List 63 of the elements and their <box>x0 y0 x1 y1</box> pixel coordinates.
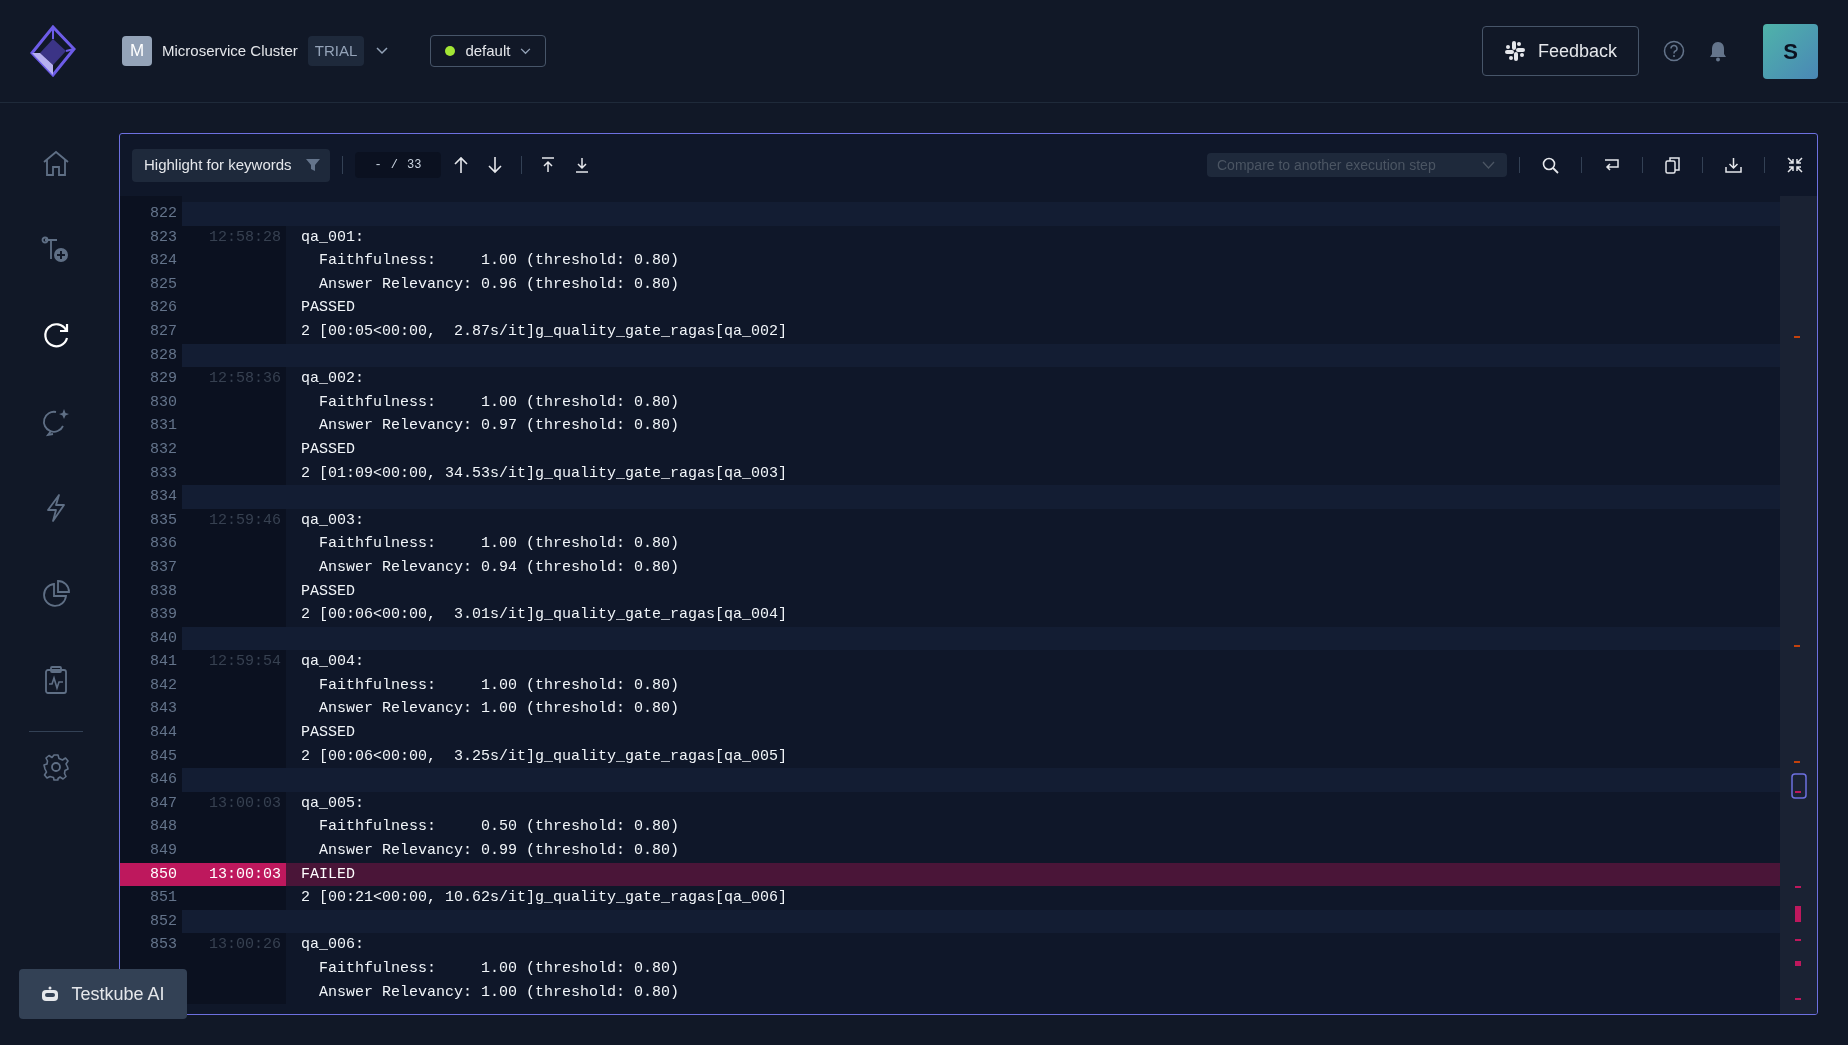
workflow-add-icon[interactable] <box>41 235 71 265</box>
arrow-down-icon[interactable] <box>487 156 504 174</box>
scroll-to-top-icon[interactable] <box>540 157 557 173</box>
copy-icon[interactable] <box>1665 156 1680 174</box>
org-name[interactable]: Microservice Cluster <box>162 39 298 63</box>
log-line: Answer Relevancy: 1.00 (threshold: 0.80) <box>318 982 681 1003</box>
assistant-button[interactable]: Testkube AI <box>19 969 187 1019</box>
log-line: qa_001: <box>300 227 365 248</box>
robot-icon <box>41 986 60 1002</box>
log-line: Faithfulness: 1.00 (threshold: 0.80) <box>318 251 681 272</box>
settings-icon[interactable] <box>41 752 71 782</box>
search-icon[interactable] <box>1542 156 1559 174</box>
wrap-lines-icon[interactable] <box>1604 158 1620 172</box>
log-line: PASSED <box>300 298 356 319</box>
log-line: 2 [00:06<00:00, 3.25s/it]g_quality_gate_ragas[qa_005] <box>300 746 789 767</box>
highlight-dropdown[interactable]: Highlight for keywords <box>132 148 330 182</box>
log-line: Answer Relevancy: 0.99 (threshold: 0.80) <box>318 841 681 862</box>
counter-text: - <box>374 157 382 174</box>
counter-text: / <box>390 157 398 174</box>
match-counter[interactable]: - / 33 <box>354 152 442 178</box>
collapse-icon[interactable] <box>1787 157 1803 173</box>
arrow-up-icon[interactable] <box>453 156 470 174</box>
line-number: 850 <box>120 862 182 887</box>
log-line: 2 [00:21<00:00, 10.62s/it]g_quality_gate_ragas[qa_006] <box>300 888 789 909</box>
log-line: Faithfulness: 1.00 (threshold: 0.80) <box>318 675 681 696</box>
log-line: PASSED <box>300 581 356 602</box>
feedback-button[interactable]: Feedback <box>1481 26 1639 76</box>
help-icon[interactable] <box>1663 40 1685 62</box>
slack-icon <box>1503 40 1526 62</box>
pie-chart-icon[interactable] <box>41 579 71 609</box>
download-icon[interactable] <box>1725 157 1742 173</box>
home-icon[interactable] <box>41 149 71 179</box>
log-line: qa_002: <box>300 369 365 390</box>
scroll-to-bottom-icon[interactable] <box>574 157 591 173</box>
chevron-down-icon[interactable] <box>376 47 389 55</box>
log-line: PASSED <box>300 439 356 460</box>
log-line: 2 [00:05<00:00, 2.87s/it]g_quality_gate_ragas[qa_002] <box>300 321 789 342</box>
timestamp-cell: 13:00:03 <box>182 862 286 887</box>
user-avatar[interactable]: S <box>1763 23 1818 79</box>
chevron-down-icon <box>1482 161 1495 169</box>
trial-badge: TRIAL <box>307 35 365 67</box>
log-line: Faithfulness: 0.50 (threshold: 0.80) <box>318 817 681 838</box>
log-line: qa_005: <box>300 793 365 814</box>
log-line: Faithfulness: 1.00 (threshold: 0.80) <box>318 534 681 555</box>
log-line: Faithfulness: 1.00 (threshold: 0.80) <box>318 959 681 979</box>
log-line: 2 [01:09<00:00, 34.53s/it]g_quality_gate_ragas[qa_003] <box>300 463 789 484</box>
bell-icon[interactable] <box>1709 40 1727 62</box>
log-line: qa_006: <box>300 935 365 956</box>
log-line: Answer Relevancy: 0.97 (threshold: 0.80) <box>318 416 681 437</box>
refresh-sparkle-icon[interactable] <box>41 407 71 437</box>
log-line: qa_003: <box>300 510 365 531</box>
chevron-down-icon <box>520 47 532 55</box>
counter-text: 33 <box>406 157 422 174</box>
log-line: 2 [00:06<00:00, 3.01s/it]g_quality_gate_ragas[qa_004] <box>300 605 789 626</box>
log-line: Faithfulness: 1.00 (threshold: 0.80) <box>318 392 681 413</box>
log-line: Answer Relevancy: 0.96 (threshold: 0.80) <box>318 274 681 295</box>
logo-icon[interactable] <box>30 25 76 77</box>
filter-icon <box>305 159 320 171</box>
environment-selector[interactable]: default <box>430 35 547 67</box>
log-line: PASSED <box>300 723 356 744</box>
log-line: Answer Relevancy: 0.94 (threshold: 0.80) <box>318 557 681 578</box>
log-line: Answer Relevancy: 1.00 (threshold: 0.80) <box>318 699 681 720</box>
log-line: qa_004: <box>300 652 365 673</box>
